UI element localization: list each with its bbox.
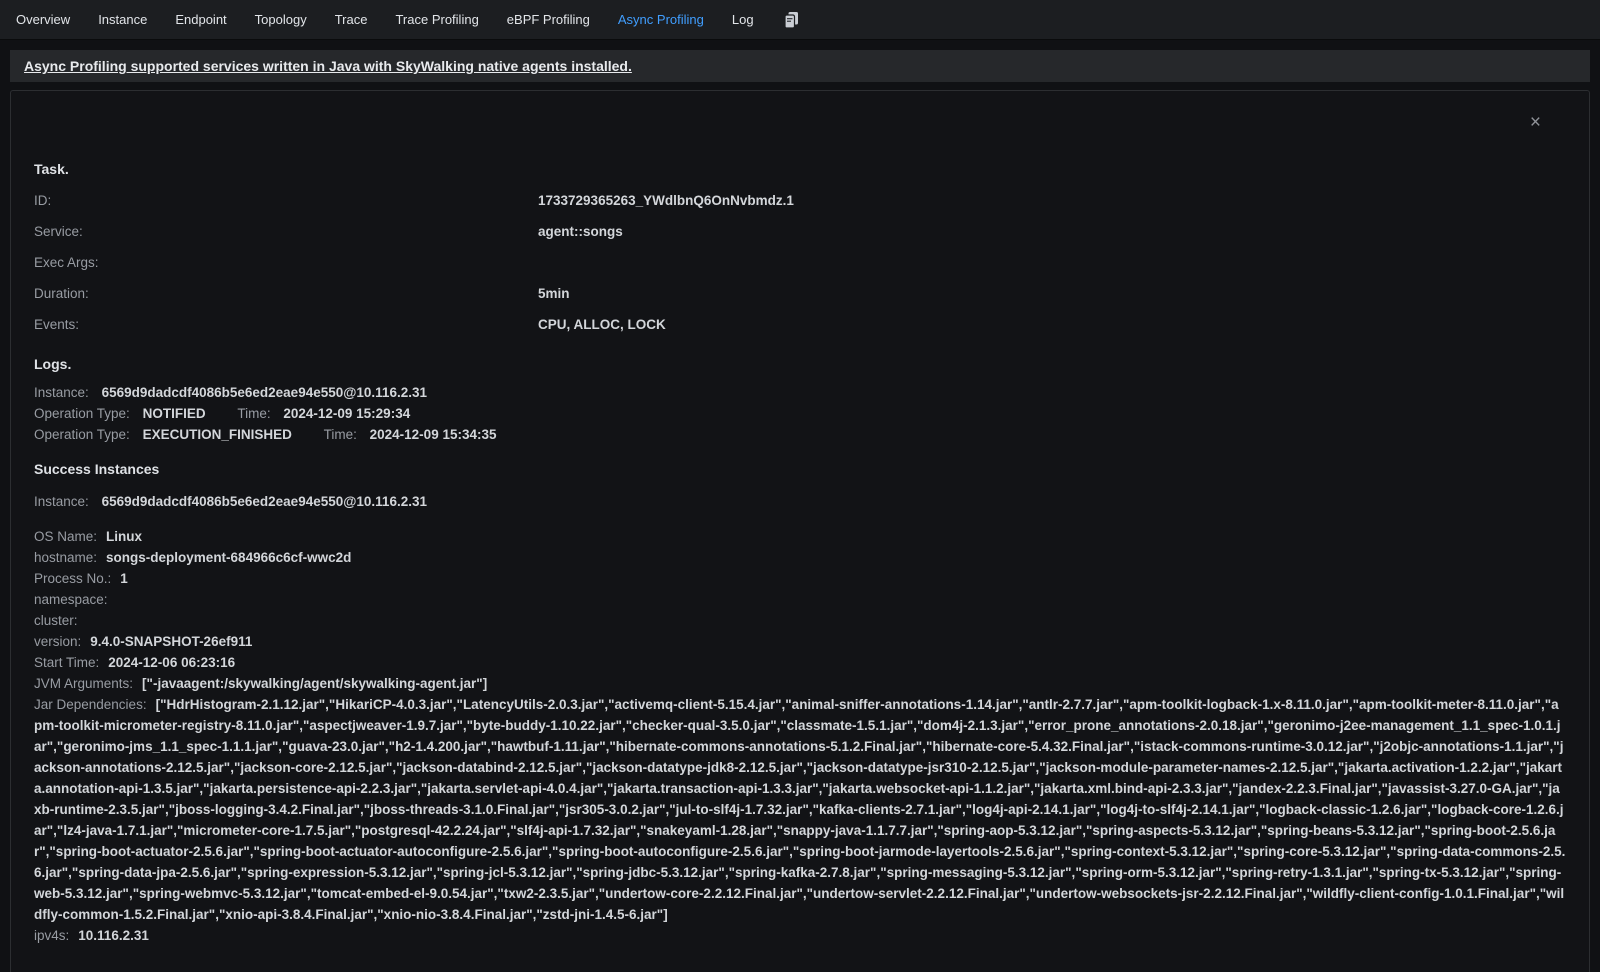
task-events-label: Events: — [34, 317, 538, 333]
attr-label: Jar Dependencies: — [34, 697, 147, 712]
task-section-title: Task. — [34, 161, 1566, 177]
attr-jvm-arguments: JVM Arguments: ["-javaagent:/skywalking/a… — [34, 673, 1566, 694]
attr-ipv4s: ipv4s: 10.116.2.31 — [34, 925, 1566, 946]
task-events-value: CPU, ALLOC, LOCK — [538, 317, 1566, 333]
attr-hostname: hostname: songs-deployment-684966c6cf-wwc… — [34, 547, 1566, 568]
tab-topology[interactable]: Topology — [255, 12, 307, 27]
attr-label: version: — [34, 634, 81, 649]
tab-trace[interactable]: Trace — [335, 12, 368, 27]
success-instance-line: Instance: 6569d9dadcdf4086b5e6ed2eae94e5… — [34, 491, 1566, 512]
task-service-value: agent::songs — [538, 224, 1566, 240]
task-exec-args-value — [538, 255, 1566, 271]
attr-value: songs-deployment-684966c6cf-wwc2d — [106, 550, 351, 565]
operation-type-label: Operation Type: — [34, 427, 130, 442]
time-label: Time: — [324, 427, 357, 442]
attr-label: JVM Arguments: — [34, 676, 133, 691]
success-instance-value: 6569d9dadcdf4086b5e6ed2eae94e550@10.116.… — [102, 494, 427, 509]
operation-type-value: NOTIFIED — [143, 406, 206, 421]
attr-label: cluster: — [34, 613, 78, 628]
attr-value: 10.116.2.31 — [78, 928, 149, 943]
task-exec-args-label: Exec Args: — [34, 255, 538, 271]
task-id-value: 1733729365263_YWdlbnQ6OnNvbmdz.1 — [538, 193, 1566, 209]
task-duration-label: Duration: — [34, 286, 538, 302]
task-row-id: ID: 1733729365263_YWdlbnQ6OnNvbmdz.1 — [34, 193, 1566, 209]
close-icon[interactable]: × — [1530, 113, 1541, 132]
attr-cluster: cluster: — [34, 610, 1566, 631]
instance-attributes: OS Name: Linux hostname: songs-deployment-… — [34, 526, 1566, 946]
attr-start-time: Start Time: 2024-12-06 06:23:16 — [34, 652, 1566, 673]
success-instance-label: Instance: — [34, 494, 89, 509]
log-entry: Operation Type: NOTIFIED Time: 2024-12-0… — [34, 403, 1566, 424]
attr-label: ipv4s: — [34, 928, 69, 943]
attr-value: ["HdrHistogram-2.1.12.jar","HikariCP-4.0… — [34, 697, 1565, 922]
task-detail-panel: × Task. ID: 1733729365263_YWdlbnQ6OnNvbm… — [10, 90, 1590, 972]
tab-ebpf-profiling[interactable]: eBPF Profiling — [507, 12, 590, 27]
tab-async-profiling[interactable]: Async Profiling — [618, 12, 704, 27]
operation-type-label: Operation Type: — [34, 406, 130, 421]
attr-value: 2024-12-06 06:23:16 — [108, 655, 235, 670]
banner-bar: Async Profiling supported services writt… — [10, 50, 1590, 82]
task-row-service: Service: agent::songs — [34, 224, 1566, 240]
tab-overview[interactable]: Overview — [16, 12, 70, 27]
time-value: 2024-12-09 15:34:35 — [370, 427, 497, 442]
logs-instance-line: Instance: 6569d9dadcdf4086b5e6ed2eae94e5… — [34, 382, 1566, 403]
success-instances-title: Success Instances — [34, 461, 1566, 477]
attr-version: version: 9.4.0-SNAPSHOT-26ef911 — [34, 631, 1566, 652]
logs-section-title: Logs. — [34, 356, 1566, 372]
tab-trace-profiling[interactable]: Trace Profiling — [395, 12, 478, 27]
attr-label: OS Name: — [34, 529, 97, 544]
attr-label: namespace: — [34, 592, 108, 607]
tab-log[interactable]: Log — [732, 12, 754, 27]
time-label: Time: — [237, 406, 270, 421]
attr-value: 1 — [120, 571, 128, 586]
operation-type-value: EXECUTION_FINISHED — [143, 427, 292, 442]
task-duration-value: 5min — [538, 286, 1566, 302]
attr-label: Start Time: — [34, 655, 99, 670]
documents-icon[interactable] — [784, 11, 799, 29]
attr-os-name: OS Name: Linux — [34, 526, 1566, 547]
tab-endpoint[interactable]: Endpoint — [175, 12, 226, 27]
task-row-duration: Duration: 5min — [34, 286, 1566, 302]
tab-instance[interactable]: Instance — [98, 12, 147, 27]
attr-process-no: Process No.: 1 — [34, 568, 1566, 589]
attr-label: Process No.: — [34, 571, 111, 586]
time-value: 2024-12-09 15:29:34 — [283, 406, 410, 421]
attr-value: 9.4.0-SNAPSHOT-26ef911 — [90, 634, 252, 649]
logs-instance-value: 6569d9dadcdf4086b5e6ed2eae94e550@10.116.… — [102, 385, 427, 400]
attr-jar-dependencies: Jar Dependencies:["HdrHistogram-2.1.12.j… — [34, 694, 1566, 925]
attr-value: Linux — [106, 529, 142, 544]
task-service-label: Service: — [34, 224, 538, 240]
attr-value: ["-javaagent:/skywalking/agent/skywalkin… — [142, 676, 487, 691]
attr-namespace: namespace: — [34, 589, 1566, 610]
top-nav: Overview Instance Endpoint Topology Trac… — [0, 0, 1600, 40]
async-profiling-doc-link[interactable]: Async Profiling supported services writt… — [24, 58, 632, 74]
log-entry: Operation Type: EXECUTION_FINISHED Time:… — [34, 424, 1566, 445]
attr-label: hostname: — [34, 550, 97, 565]
task-id-label: ID: — [34, 193, 538, 209]
logs-instance-label: Instance: — [34, 385, 89, 400]
task-row-exec-args: Exec Args: — [34, 255, 1566, 271]
task-row-events: Events: CPU, ALLOC, LOCK — [34, 317, 1566, 333]
